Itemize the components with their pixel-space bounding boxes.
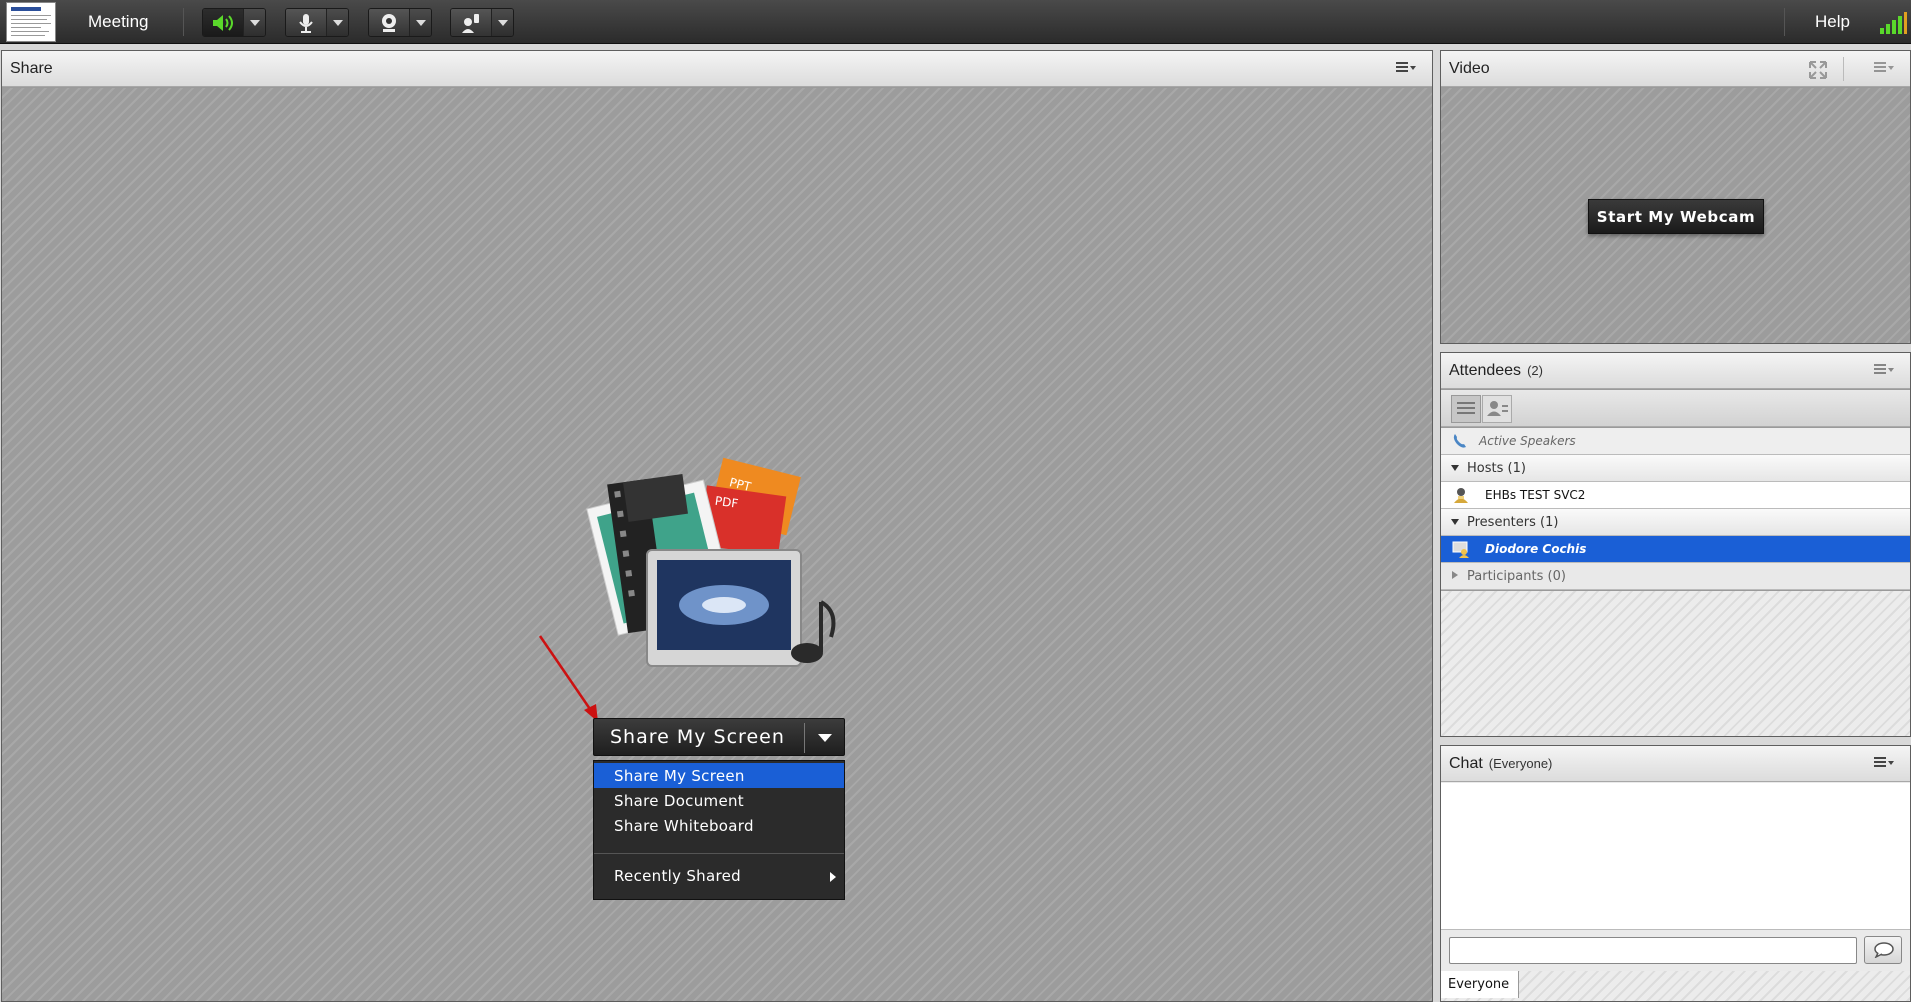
webcam-toggle-button[interactable] [369,9,409,36]
start-webcam-button[interactable]: Start My Webcam [1588,199,1764,234]
attendees-pod-header: Attendees (2) [1441,353,1910,389]
webcam-icon [382,13,396,32]
chat-audience: (Everyone) [1488,756,1553,771]
speech-bubble-icon [1874,942,1894,958]
chat-pod-header: Chat (Everyone) [1441,746,1910,782]
share-button-label: Share My Screen [610,726,785,748]
pod-options-menu-icon[interactable] [1874,363,1894,377]
share-my-screen-button[interactable]: Share My Screen [593,718,845,756]
speaker-control[interactable] [202,8,266,37]
chevron-down-icon [497,19,508,26]
meeting-thumbnail-logo [6,2,56,42]
toolbar-divider [1784,8,1785,36]
chat-message-area [1441,783,1910,929]
menu-divider [594,853,844,854]
chat-message-input[interactable] [1449,937,1857,964]
attendees-pod-title: Attendees (2) [1449,362,1543,380]
attendees-count: (2) [1527,363,1543,378]
chat-tab-everyone[interactable]: Everyone [1441,971,1519,998]
webcam-control[interactable] [368,8,432,37]
attendees-pod: Attendees (2) Active Speakers Hosts (1) E… [1440,352,1911,737]
chat-title-text: Chat [1449,755,1483,772]
presenter-name: Diodore Cochis [1485,542,1587,556]
video-pod: Video Start My Webcam [1440,50,1911,344]
send-message-button[interactable] [1864,936,1902,964]
menu-item-share-my-screen[interactable]: Share My Screen [594,763,844,788]
hosts-group-header[interactable]: Hosts (1) [1441,455,1910,482]
share-content-illustration: PPT PDF [586,457,836,667]
list-view-button[interactable] [1451,395,1481,423]
chevron-down-icon [1451,519,1459,525]
pod-options-menu-icon[interactable] [1874,756,1894,770]
pod-options-menu-icon[interactable] [1396,61,1416,75]
active-speakers-row: Active Speakers [1441,428,1910,455]
chevron-right-icon [1452,571,1458,579]
chat-pod: Chat (Everyone) Everyone [1440,745,1911,1002]
attendees-view-toolbar [1441,390,1910,427]
menu-item-recently-shared[interactable]: Recently Shared [594,863,844,888]
chevron-down-icon [249,19,260,26]
chat-pod-title: Chat (Everyone) [1449,755,1552,773]
red-arrow-annotation [538,635,598,722]
pod-options-menu-icon[interactable] [1874,61,1894,75]
chat-compose-area [1441,929,1910,969]
presenters-group-header[interactable]: Presenters (1) [1441,509,1910,536]
attendees-empty-area [1441,591,1910,736]
attendee-row-host[interactable]: EHBs TEST SVC2 [1441,482,1910,509]
status-view-button[interactable] [1482,395,1512,423]
meeting-menu[interactable]: Meeting [88,12,148,32]
participants-group-header[interactable]: Participants (0) [1441,563,1910,590]
video-pod-title: Video [1449,60,1490,77]
microphone-options-dropdown[interactable] [326,9,348,36]
help-menu[interactable]: Help [1815,12,1850,32]
status-options-dropdown[interactable] [491,9,513,36]
host-name: EHBs TEST SVC2 [1485,488,1586,502]
microphone-control[interactable] [285,8,349,37]
share-pod-title: Share [10,60,53,77]
presenters-group-label: Presenters (1) [1467,515,1559,530]
attendees-title-text: Attendees [1449,362,1522,379]
speaker-options-dropdown[interactable] [243,9,265,36]
fullscreen-icon[interactable] [1808,60,1828,80]
microphone-toggle-button[interactable] [286,9,326,36]
chevron-right-icon [830,872,836,882]
phone-icon [1453,434,1466,448]
share-options-dropdown: Share My Screen Share Document Share Whi… [593,760,845,900]
raise-hand-icon [462,13,479,33]
share-pod-content: PPT PDF Share My Screen Share My Screen … [2,88,1432,1001]
chevron-down-icon[interactable] [818,734,832,742]
participants-group-label: Participants (0) [1467,569,1566,584]
chevron-down-icon [1451,465,1459,471]
menu-item-share-document[interactable]: Share Document [594,788,844,813]
connection-status-icon [1880,12,1908,34]
webcam-options-dropdown[interactable] [409,9,431,36]
video-pod-header: Video [1441,51,1910,87]
hosts-group-label: Hosts (1) [1467,461,1526,476]
toolbar-divider [183,8,184,36]
recently-shared-label: Recently Shared [614,867,741,885]
attendee-row-presenter[interactable]: Diodore Cochis [1441,536,1910,563]
host-icon [1454,488,1468,503]
speaker-toggle-button[interactable] [203,9,243,36]
raise-hand-button[interactable] [451,9,491,36]
share-pod-header: Share [2,51,1432,87]
top-menu-bar: Meeting Help [0,0,1911,44]
share-pod: Share PPT PDF Share My Screen Share My S… [1,50,1433,1002]
microphone-icon [299,13,313,33]
raise-hand-control[interactable] [450,8,514,37]
user-status-icon [1487,401,1508,416]
list-view-icon [1457,402,1475,414]
presenter-icon [1452,541,1469,558]
active-speakers-label: Active Speakers [1479,434,1576,448]
chevron-down-icon [415,19,426,26]
menu-item-share-whiteboard[interactable]: Share Whiteboard [594,813,844,838]
speaker-icon [213,14,233,31]
chevron-down-icon [332,19,343,26]
